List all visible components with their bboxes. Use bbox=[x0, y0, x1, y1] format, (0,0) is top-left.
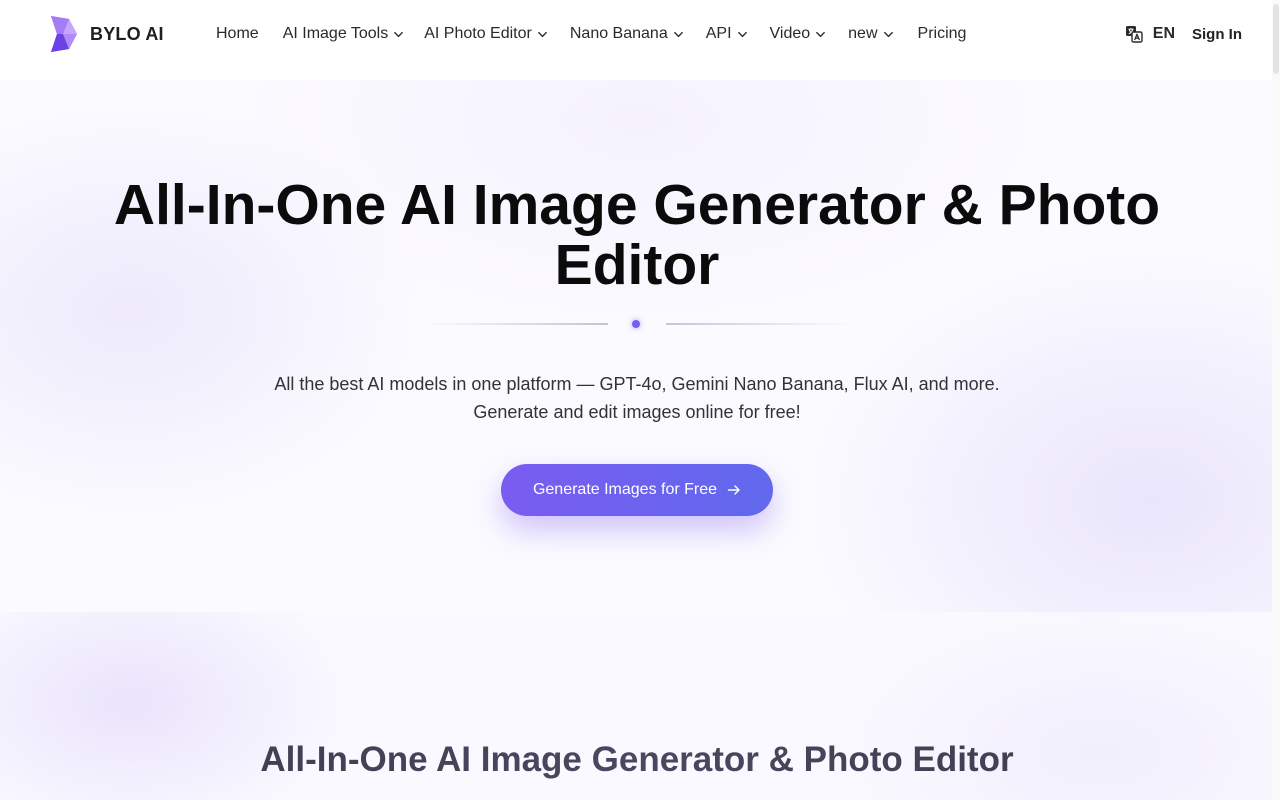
nav-home-label: Home bbox=[216, 25, 259, 42]
nav-new[interactable]: new bbox=[848, 25, 893, 43]
nav-ai-photo-editor[interactable]: AI Photo Editor bbox=[424, 25, 548, 43]
nav-api-label: API bbox=[705, 25, 732, 42]
hero-subtitle-line-1: All the best AI models in one platform —… bbox=[274, 374, 1000, 394]
nav-nano-banana[interactable]: Nano Banana bbox=[570, 25, 684, 43]
hero-subtitle: All the best AI models in one platform —… bbox=[240, 370, 1034, 426]
nav-pricing-label: Pricing bbox=[917, 25, 967, 42]
page-scrollbar[interactable] bbox=[1272, 0, 1280, 800]
hero-section: All-In-One AI Image Generator & Photo Ed… bbox=[0, 80, 1280, 612]
nav-nano-banana-label: Nano Banana bbox=[569, 25, 668, 42]
nav-video[interactable]: Video bbox=[770, 25, 827, 43]
site-header: BYLO AI Home AI Image Tools AI Photo Edi… bbox=[0, 0, 1280, 80]
chevron-down-icon bbox=[537, 31, 547, 37]
hero-title: All-In-One AI Image Generator & Photo Ed… bbox=[113, 173, 1161, 297]
chevron-down-icon bbox=[394, 31, 404, 37]
features-section-title: All-In-One AI Image Generator & Photo Ed… bbox=[0, 740, 1274, 780]
nav-api[interactable]: API bbox=[706, 25, 748, 43]
nav-ai-photo-editor-label: AI Photo Editor bbox=[424, 25, 532, 42]
brand-logo[interactable]: BYLO AI bbox=[47, 15, 164, 53]
chevron-down-icon bbox=[816, 31, 826, 37]
divider-dot bbox=[632, 320, 640, 328]
header-actions: EN Sign In bbox=[1125, 22, 1242, 46]
sign-in-button[interactable]: Sign In bbox=[1192, 26, 1242, 43]
language-switcher[interactable]: EN bbox=[1125, 25, 1175, 43]
main-nav: Home AI Image Tools AI Photo Editor Nano… bbox=[216, 22, 966, 46]
nav-ai-image-tools[interactable]: AI Image Tools bbox=[283, 25, 405, 43]
logo-icon bbox=[51, 16, 77, 52]
hero-divider bbox=[423, 318, 851, 330]
nav-new-label: new bbox=[848, 25, 878, 42]
divider-line-left bbox=[423, 323, 608, 325]
language-label: EN bbox=[1152, 25, 1175, 42]
nav-video-label: Video bbox=[769, 25, 811, 42]
divider-line-right bbox=[666, 323, 851, 325]
generate-images-button-label: Generate Images for Free bbox=[532, 481, 718, 498]
nav-pricing[interactable]: Pricing bbox=[918, 25, 967, 43]
page: BYLO AI Home AI Image Tools AI Photo Edi… bbox=[0, 0, 1280, 800]
nav-home[interactable]: Home bbox=[216, 25, 259, 43]
chevron-down-icon bbox=[883, 31, 893, 37]
chevron-down-icon bbox=[673, 31, 683, 37]
nav-ai-image-tools-label: AI Image Tools bbox=[282, 25, 389, 42]
brand-name: BYLO AI bbox=[90, 23, 164, 44]
arrow-right-icon bbox=[727, 485, 740, 495]
hero-subtitle-line-2: Generate and edit images online for free… bbox=[473, 402, 801, 422]
features-section: All-In-One AI Image Generator & Photo Ed… bbox=[0, 612, 1280, 800]
translate-icon bbox=[1125, 26, 1143, 43]
chevron-down-icon bbox=[737, 31, 747, 37]
scrollbar-thumb[interactable] bbox=[1273, 4, 1279, 74]
generate-images-button[interactable]: Generate Images for Free bbox=[501, 464, 773, 516]
